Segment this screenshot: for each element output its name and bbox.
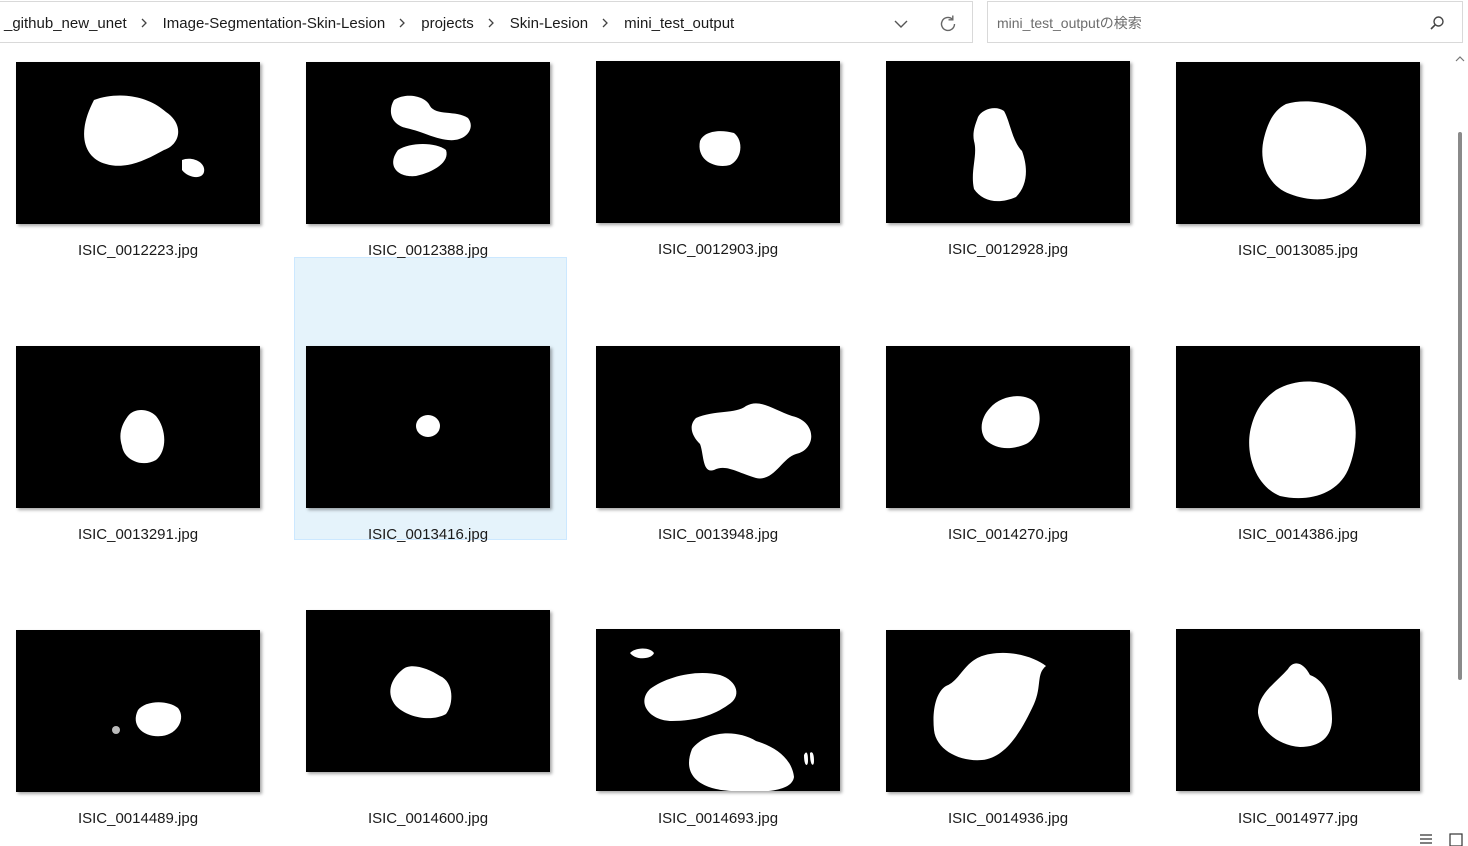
file-name: ISIC_0013948.jpg xyxy=(657,526,779,543)
search-box[interactable]: mini_test_outputの検索 xyxy=(987,1,1463,43)
file-name: ISIC_0014693.jpg xyxy=(657,810,779,827)
details-view-icon[interactable] xyxy=(1418,830,1434,846)
chevron-down-icon[interactable] xyxy=(892,15,910,33)
breadcrumb-item-mini-test-output[interactable]: mini_test_output xyxy=(624,15,734,32)
file-name: ISIC_0012388.jpg xyxy=(367,242,489,259)
breadcrumb-item-image-segmentation[interactable]: Image-Segmentation-Skin-Lesion xyxy=(163,15,386,32)
large-icons-view-icon[interactable] xyxy=(1448,830,1464,846)
thumbnail xyxy=(306,610,550,772)
file-name: ISIC_0012928.jpg xyxy=(947,241,1069,258)
chevron-right-icon[interactable] xyxy=(600,17,610,29)
thumbnail xyxy=(16,630,260,792)
refresh-icon[interactable] xyxy=(937,13,959,35)
address-bar[interactable]: _github_new_unet Image-Segmentation-Skin… xyxy=(0,1,973,43)
file-name: ISIC_0014386.jpg xyxy=(1237,526,1359,543)
file-name: ISIC_0014270.jpg xyxy=(947,526,1069,543)
thumbnail xyxy=(1176,346,1420,508)
vertical-scrollbar[interactable] xyxy=(1452,52,1468,832)
chevron-right-icon[interactable] xyxy=(486,17,496,29)
file-name: ISIC_0013416.jpg xyxy=(367,526,489,543)
file-name: ISIC_0013291.jpg xyxy=(77,526,199,543)
file-name: ISIC_0014600.jpg xyxy=(367,810,489,827)
thumbnail xyxy=(596,346,840,508)
search-input[interactable]: mini_test_outputの検索 xyxy=(997,2,1142,44)
scrollbar-thumb[interactable] xyxy=(1458,132,1462,680)
breadcrumb-item-projects[interactable]: projects xyxy=(421,15,474,32)
file-name: ISIC_0014936.jpg xyxy=(947,810,1069,827)
thumbnail xyxy=(596,629,840,791)
thumbnail xyxy=(306,62,550,224)
thumbnail xyxy=(16,346,260,508)
thumbnail xyxy=(16,62,260,224)
chevron-right-icon[interactable] xyxy=(397,17,407,29)
file-grid: ISIC_0012223.jpg ISIC_0012388.jpg ISIC_0… xyxy=(0,52,1452,846)
file-name: ISIC_0012903.jpg xyxy=(657,241,779,258)
thumbnail xyxy=(596,61,840,223)
chevron-right-icon[interactable] xyxy=(139,17,149,29)
search-icon[interactable] xyxy=(1429,15,1445,31)
toolbar: _github_new_unet Image-Segmentation-Skin… xyxy=(0,0,1468,52)
thumbnail xyxy=(1176,62,1420,224)
thumbnail xyxy=(306,346,550,508)
file-name: ISIC_0014977.jpg xyxy=(1237,810,1359,827)
thumbnail xyxy=(886,346,1130,508)
breadcrumb-item-skin-lesion[interactable]: Skin-Lesion xyxy=(510,15,588,32)
file-name: ISIC_0012223.jpg xyxy=(77,242,199,259)
breadcrumb: _github_new_unet Image-Segmentation-Skin… xyxy=(4,2,734,44)
breadcrumb-item-github-new-unet[interactable]: _github_new_unet xyxy=(4,15,127,32)
thumbnail xyxy=(886,630,1130,792)
file-name: ISIC_0014489.jpg xyxy=(77,810,199,827)
thumbnail xyxy=(1176,629,1420,791)
scroll-up-arrow-icon[interactable] xyxy=(1454,54,1466,64)
file-name: ISIC_0013085.jpg xyxy=(1237,242,1359,259)
thumbnail xyxy=(886,61,1130,223)
